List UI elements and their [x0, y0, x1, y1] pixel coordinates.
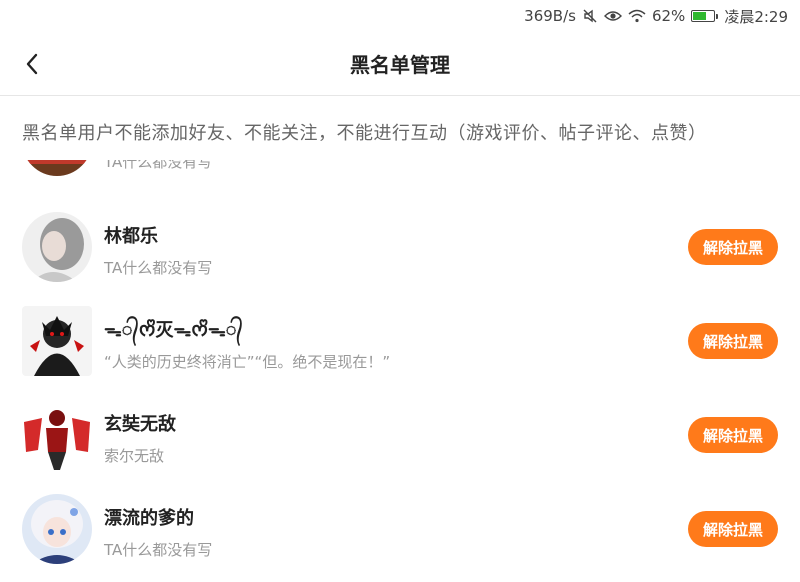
avatar — [22, 306, 92, 376]
list-item: 林都乐 TA什么都没有写 解除拉黑 — [0, 200, 800, 294]
battery-icon — [691, 10, 719, 22]
chevron-left-icon — [26, 53, 38, 75]
blacklist-notice: 黑名单用户不能添加好友、不能关注，不能进行互动（游戏评价、帖子评论、点赞） — [0, 97, 800, 167]
page-title: 黑名单管理 — [350, 53, 450, 77]
unblock-button[interactable]: 解除拉黑 — [688, 229, 778, 265]
blacklist-list: TA什么都没有写 林都乐 TA什么都没有写 解除拉黑 ᯓ᭄ᰔᩚ灭ᯓᰔᩚᯓ᭄ “人… — [0, 160, 800, 582]
network-speed: 369B/s — [524, 7, 576, 25]
user-name: 漂流的爹的 — [104, 508, 194, 529]
user-name: ᯓ᭄ᰔᩚ灭ᯓᰔᩚᯓ᭄ — [104, 320, 243, 341]
user-bio: TA什么都没有写 — [104, 541, 213, 559]
eye-icon — [603, 9, 622, 23]
battery-level — [693, 12, 706, 20]
user-name: 林都乐 — [104, 226, 158, 247]
user-bio: TA什么都没有写 — [104, 259, 213, 277]
unblock-button[interactable]: 解除拉黑 — [688, 323, 778, 359]
user-bio: 索尔无敌 — [104, 447, 165, 465]
app-header: 黑名单管理 — [0, 32, 800, 96]
status-bar: 369B/s 62% 凌晨2:29 — [0, 0, 800, 32]
avatar — [22, 400, 92, 470]
avatar — [22, 160, 92, 176]
list-item: TA什么都没有写 — [0, 160, 800, 188]
mute-icon — [582, 8, 598, 24]
list-item: 漂流的爹的 TA什么都没有写 解除拉黑 — [0, 482, 800, 576]
avatar — [22, 212, 92, 282]
user-bio: TA什么都没有写 — [104, 160, 213, 171]
user-name: 玄奘无敌 — [104, 414, 176, 435]
unblock-button[interactable]: 解除拉黑 — [688, 417, 778, 453]
wifi-icon — [628, 9, 646, 23]
avatar — [22, 494, 92, 564]
list-item: 玄奘无敌 索尔无敌 解除拉黑 — [0, 388, 800, 482]
user-bio: “人类的历史终将消亡”“但。绝不是现在！” — [104, 353, 391, 371]
clock: 凌晨2:29 — [724, 7, 788, 26]
back-button[interactable] — [18, 48, 46, 80]
unblock-button[interactable]: 解除拉黑 — [688, 511, 778, 547]
list-item: ᯓ᭄ᰔᩚ灭ᯓᰔᩚᯓ᭄ “人类的历史终将消亡”“但。绝不是现在！” 解除拉黑 — [0, 294, 800, 388]
battery-percent: 62% — [651, 7, 686, 25]
